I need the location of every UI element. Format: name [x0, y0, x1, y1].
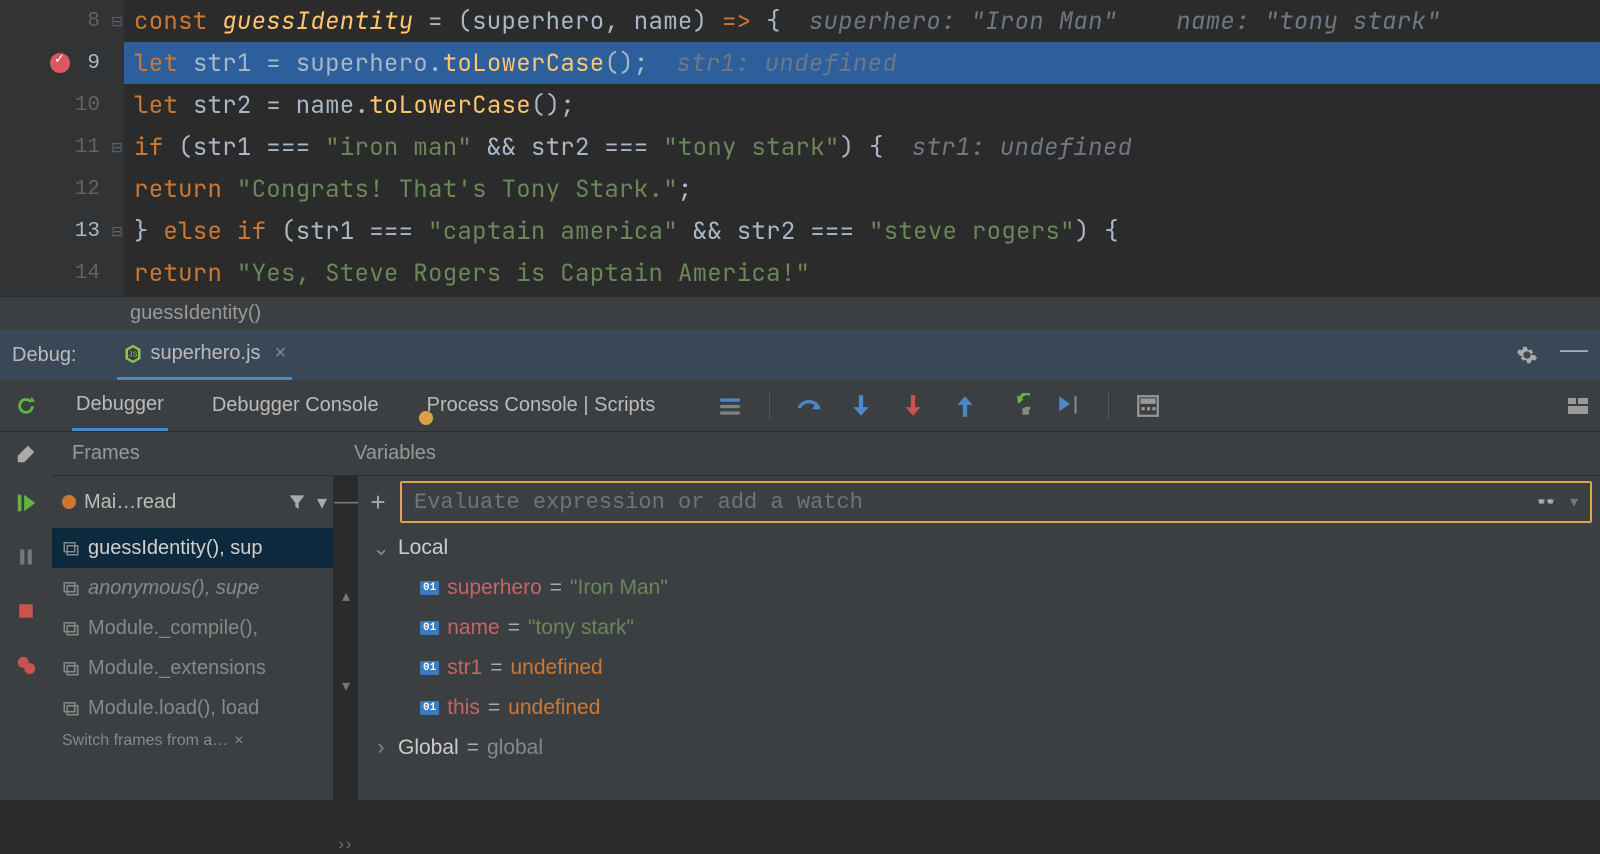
code-line[interactable]: if (str1 === "iron man" && str2 === "ton…	[124, 126, 1600, 168]
tab-debugger-console[interactable]: Debugger Console	[208, 380, 383, 431]
frame-up-icon[interactable]: —	[334, 488, 358, 516]
evaluate-expression-icon[interactable]	[1135, 393, 1161, 419]
chevron-down-icon[interactable]: ▾	[1570, 492, 1578, 512]
frame-icon	[62, 579, 80, 597]
frames-scrollbar[interactable]: — ▴▾ ››	[334, 476, 358, 800]
expand-icon[interactable]: ›	[372, 736, 390, 760]
type-badge: 01	[420, 661, 439, 675]
line-number[interactable]: 9	[0, 42, 110, 84]
line-number[interactable]: 10	[0, 84, 110, 126]
minimize-icon[interactable]: —	[1560, 344, 1588, 366]
type-badge: 01	[420, 621, 439, 635]
code-line[interactable]: return "Yes, Steve Rogers is Captain Ame…	[124, 252, 1600, 294]
stack-frame[interactable]: Module._compile(),	[52, 608, 333, 648]
code-line[interactable]: let str2 = name.toLowerCase();	[124, 84, 1600, 126]
fold-icon[interactable]	[110, 252, 124, 294]
variable-item[interactable]: 01superhero = "Iron Man"	[358, 568, 1600, 608]
stop-button[interactable]	[0, 584, 52, 638]
chevron-down-icon[interactable]: ▾	[317, 490, 327, 515]
svg-text:JS: JS	[128, 351, 138, 359]
line-number[interactable]: 13	[0, 210, 110, 252]
thread-status-icon	[62, 495, 76, 509]
fold-icon[interactable]: ⊟	[110, 0, 124, 42]
variable-item[interactable]: 01this = undefined	[358, 688, 1600, 728]
stack-frame[interactable]: Module.load(), load	[52, 688, 333, 728]
line-number[interactable]: 8	[0, 0, 110, 42]
frame-icon	[62, 539, 80, 557]
thread-selector[interactable]: Mai…read	[62, 491, 277, 514]
close-icon[interactable]: ×	[275, 342, 287, 365]
view-breakpoints-button[interactable]	[0, 638, 52, 692]
scope-global[interactable]: › Global = global	[358, 728, 1600, 768]
layout-settings-icon[interactable]	[1566, 394, 1590, 418]
debug-toolwindow-header: Debug: JS superhero.js × —	[0, 330, 1600, 380]
code-editor[interactable]: 891011121314 ⊟ ⊟ ⊟ const guessIdentity = (…	[0, 0, 1600, 296]
frames-panel: Mai…read ▾ guessIdentity(), supanonymous…	[52, 476, 334, 800]
variables-header: Variables	[334, 432, 1600, 475]
frame-icon	[62, 619, 80, 637]
rerun-button[interactable]	[0, 380, 52, 431]
frame-icon	[62, 659, 80, 677]
code-line[interactable]: return "Congrats! That's Tony Stark.";	[124, 168, 1600, 210]
frames-hint[interactable]: Switch frames from a…×	[52, 728, 333, 754]
debug-label: Debug:	[12, 344, 77, 367]
warning-icon	[419, 411, 433, 425]
type-badge: 01	[420, 701, 439, 715]
stack-frame[interactable]: Module._extensions	[52, 648, 333, 688]
resume-button[interactable]	[0, 476, 52, 530]
drop-frame-icon[interactable]	[1004, 393, 1030, 419]
code-line[interactable]: let str1 = superhero.toLowerCase();str1:…	[124, 42, 1600, 84]
stack-frame[interactable]: anonymous(), supe	[52, 568, 333, 608]
collapse-icon[interactable]: ⌄	[372, 536, 390, 561]
frames-header: Frames	[52, 432, 334, 475]
fold-icon[interactable]	[110, 42, 124, 84]
line-number[interactable]: 14	[0, 252, 110, 294]
fold-icon[interactable]: ⊟	[110, 210, 124, 252]
line-number[interactable]: 12	[0, 168, 110, 210]
variables-panel: + Evaluate expression or add a watch 👓 ▾…	[358, 476, 1600, 800]
variable-item[interactable]: 01str1 = undefined	[358, 648, 1600, 688]
step-over-icon[interactable]	[796, 393, 822, 419]
step-into-icon[interactable]	[848, 393, 874, 419]
frame-icon	[62, 699, 80, 717]
fold-icon[interactable]: ⊟	[110, 126, 124, 168]
tab-process-console[interactable]: Process Console | Scripts	[423, 380, 660, 431]
variable-item[interactable]: 01name = "tony stark"	[358, 608, 1600, 648]
fold-icon[interactable]	[110, 84, 124, 126]
fold-icon[interactable]	[110, 168, 124, 210]
code-line[interactable]: const guessIdentity = (superhero, name) …	[124, 0, 1600, 42]
scope-local[interactable]: ⌄ Local	[358, 528, 1600, 568]
gear-icon[interactable]	[1516, 344, 1538, 366]
line-number[interactable]: 11	[0, 126, 110, 168]
tab-debugger[interactable]: Debugger	[72, 380, 168, 431]
glasses-icon[interactable]: 👓	[1536, 492, 1556, 512]
filter-icon[interactable]	[287, 492, 307, 512]
breadcrumb[interactable]: guessIdentity()	[0, 296, 1600, 330]
force-step-into-icon[interactable]	[900, 393, 926, 419]
modify-run-config-icon[interactable]	[0, 432, 52, 476]
evaluate-expression-input[interactable]: Evaluate expression or add a watch 👓 ▾	[400, 481, 1592, 523]
stack-frame[interactable]: guessIdentity(), sup	[52, 528, 333, 568]
code-line[interactable]: } else if (str1 === "captain america" &&…	[124, 210, 1600, 252]
step-out-icon[interactable]	[952, 393, 978, 419]
show-execution-point-icon[interactable]	[717, 393, 743, 419]
breakpoint-icon[interactable]	[50, 53, 70, 73]
debug-config-tab[interactable]: JS superhero.js ×	[117, 330, 293, 380]
type-badge: 01	[420, 581, 439, 595]
pause-button[interactable]	[0, 530, 52, 584]
run-to-cursor-icon[interactable]	[1056, 393, 1082, 419]
add-watch-button[interactable]: +	[366, 487, 390, 518]
more-icon[interactable]: ››	[339, 836, 354, 854]
nodejs-icon: JS	[123, 344, 143, 364]
close-icon[interactable]: ×	[234, 732, 243, 750]
